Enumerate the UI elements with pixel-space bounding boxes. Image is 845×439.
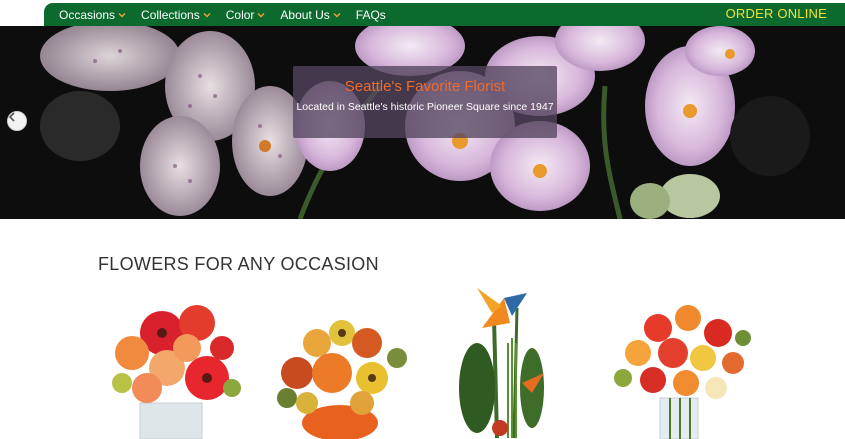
section-title: FLOWERS FOR ANY OCCASION <box>98 254 379 274</box>
nav-item-collections[interactable]: Collections <box>141 8 211 22</box>
product-card[interactable] <box>432 288 592 439</box>
nav-item-faqs[interactable]: FAQs <box>356 8 386 22</box>
chevron-down-icon <box>257 12 265 18</box>
nav-item-color[interactable]: Color <box>226 8 266 22</box>
product-image <box>277 320 407 439</box>
nav-item-about-us[interactable]: About Us <box>280 7 341 22</box>
product-image <box>459 288 544 439</box>
carousel-prev-button[interactable] <box>7 111 27 131</box>
nav-item-occasions[interactable]: Occasions <box>59 8 126 22</box>
nav-item-label: Collections <box>141 7 200 22</box>
product-card[interactable] <box>262 288 422 439</box>
product-image <box>614 305 751 439</box>
hero-caption: Seattle's Favorite Florist Located in Se… <box>293 66 557 138</box>
order-online-link[interactable]: ORDER ONLINE <box>726 6 827 21</box>
nav-item-label: About Us <box>280 7 330 22</box>
nav-item-label: Color <box>225 7 255 22</box>
chevron-down-icon <box>118 12 126 18</box>
nav-item-label: Occasions <box>59 7 116 22</box>
hero-subtitle: Located in Seattle's historic Pioneer Sq… <box>296 101 554 113</box>
nav-item-label: FAQs <box>355 7 386 22</box>
product-image <box>112 305 241 439</box>
chevron-down-icon <box>333 12 341 18</box>
product-card[interactable] <box>92 288 252 439</box>
product-card[interactable] <box>598 288 758 439</box>
hero-carousel: Seattle's Favorite Florist Located in Se… <box>0 26 845 219</box>
nav-menu: Occasions Collections Color About Us FAQ… <box>44 8 401 22</box>
main-nav: Occasions Collections Color About Us FAQ… <box>44 3 845 26</box>
chevron-down-icon <box>203 12 211 18</box>
product-grid <box>0 288 845 439</box>
hero-title: Seattle's Favorite Florist <box>344 78 506 95</box>
chevron-left-icon <box>8 112 15 122</box>
